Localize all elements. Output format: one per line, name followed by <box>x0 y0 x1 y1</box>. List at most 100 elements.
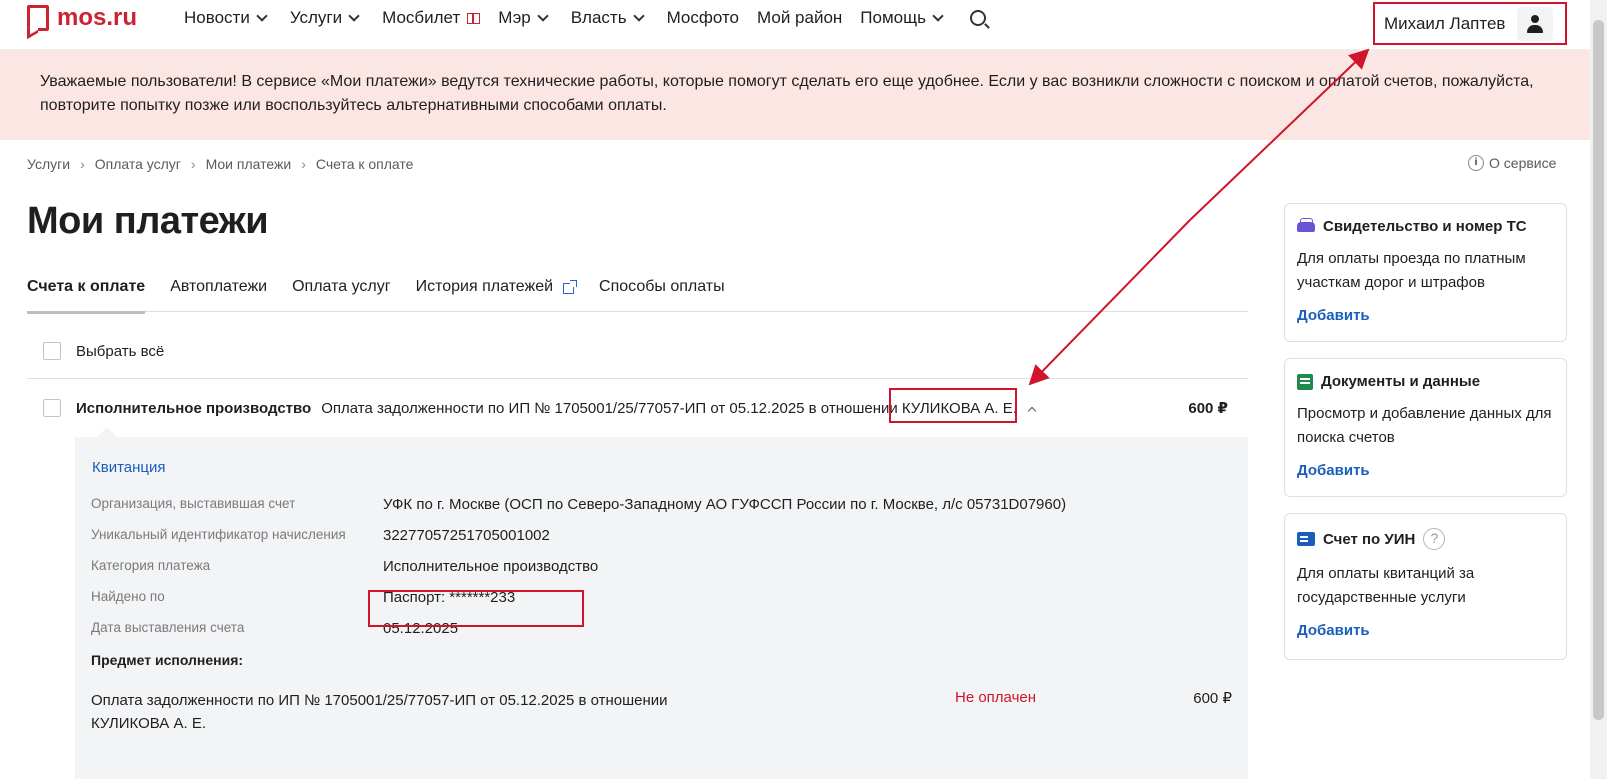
mos-ru-logo[interactable]: mos.ru <box>27 4 137 32</box>
payment-tabs: Счета к оплате Автоплатежи Оплата услуг … <box>27 270 1248 314</box>
chevron-down-icon <box>348 10 360 22</box>
bill-amount: 600 ₽ <box>1188 400 1228 417</box>
detail-label: Категория платежа <box>91 558 211 573</box>
chevron-down-icon <box>932 10 944 22</box>
detail-row-organization: Организация, выставившая счет УФК по г. … <box>91 496 1066 513</box>
avatar[interactable] <box>1517 7 1553 41</box>
bill-details: Квитанция Организация, выставившая счет … <box>75 427 1248 779</box>
nav-mayor[interactable]: Мэр <box>498 8 552 28</box>
logo-text: mos.ru <box>57 4 138 31</box>
documents-icon <box>1297 373 1313 390</box>
breadcrumb: Услуги › Оплата услуг › Мои платежи › Сч… <box>27 156 413 172</box>
maintenance-banner: Уважаемые пользователи! В сервисе «Мои п… <box>0 50 1590 140</box>
chevron-up-icon[interactable] <box>1027 406 1037 416</box>
card-title: Счет по УИН <box>1323 530 1416 548</box>
chevron-down-icon <box>632 10 645 22</box>
nav-news[interactable]: Новости <box>184 8 272 28</box>
tab-label: Способы оплаты <box>599 278 725 295</box>
info-icon: i <box>1468 155 1484 171</box>
nav-label: Власть <box>570 8 627 27</box>
breadcrumb-separator: › <box>80 156 85 172</box>
subject-amount: 600 ₽ <box>1193 690 1232 707</box>
select-all-checkbox[interactable] <box>43 342 61 360</box>
card-documents: Документы и данные Просмотр и добавление… <box>1284 358 1567 497</box>
chevron-down-icon <box>537 10 549 22</box>
tab-label: Счета к оплате <box>27 278 146 295</box>
card-title: Свидетельство и номер ТС <box>1323 218 1527 235</box>
about-service-link[interactable]: i О сервисе <box>1468 155 1556 171</box>
bill-checkbox[interactable] <box>43 399 61 417</box>
detail-value: 32277057251705001002 <box>383 527 550 544</box>
breadcrumb-my-payments[interactable]: Мои платежи <box>206 156 292 172</box>
add-documents-link[interactable]: Добавить <box>1297 462 1554 479</box>
external-link-icon <box>563 280 578 294</box>
detail-row-uin: Уникальный идентификатор начисления 3227… <box>91 527 550 544</box>
detail-value: Исполнительное производство <box>383 558 599 575</box>
nav-label: Услуги <box>289 8 343 27</box>
add-vehicle-link[interactable]: Добавить <box>1297 307 1554 324</box>
detail-label: Организация, выставившая счет <box>91 496 296 511</box>
bill-row[interactable]: Исполнительное производство Оплата задол… <box>43 399 1228 417</box>
book-icon <box>467 12 481 24</box>
card-text: Для оплаты проезда по платным участкам д… <box>1297 250 1526 291</box>
annotation-box-passport <box>368 590 584 627</box>
user-menu[interactable]: Михаил Лаптев <box>1373 2 1567 45</box>
scrollbar[interactable] <box>1590 0 1607 779</box>
user-name: Михаил Лаптев <box>1384 13 1506 33</box>
breadcrumb-payment-services[interactable]: Оплата услуг <box>95 156 181 172</box>
detail-label: Найдено по <box>91 589 165 604</box>
card-title: Документы и данные <box>1321 373 1481 390</box>
nav-label: Помощь <box>860 8 926 27</box>
tab-bills[interactable]: Счета к оплате <box>27 270 146 314</box>
nav-mosfoto[interactable]: Мосфото <box>667 8 739 28</box>
chevron-down-icon <box>256 10 268 22</box>
tab-autopayments[interactable]: Автоплатежи <box>170 270 267 312</box>
site-header: mos.ru Новости Услуги Мосбилет Мэр Власт… <box>0 0 1590 50</box>
card-text: Для оплаты квитанций за государственные … <box>1297 565 1475 606</box>
nav-services[interactable]: Услуги <box>290 8 364 28</box>
nav-government[interactable]: Власть <box>571 8 649 28</box>
nav-help[interactable]: Помощь <box>860 8 948 28</box>
question-icon[interactable]: ? <box>1423 528 1446 550</box>
scrollbar-thumb[interactable] <box>1593 20 1604 720</box>
detail-row-category: Категория платежа Исполнительное произво… <box>91 558 598 575</box>
card-vehicle: Свидетельство и номер ТС Для оплаты прое… <box>1284 203 1567 342</box>
add-uin-link[interactable]: Добавить <box>1297 622 1554 639</box>
select-all-label: Выбрать всё <box>76 342 165 360</box>
search-icon[interactable] <box>969 10 986 26</box>
tab-label: Оплата услуг <box>292 278 391 295</box>
tab-payment-services[interactable]: Оплата услуг <box>292 270 390 312</box>
about-service-label: О сервисе <box>1489 155 1557 171</box>
id-card-icon <box>1297 532 1315 546</box>
user-icon <box>1526 15 1544 33</box>
page-title: Мои платежи <box>27 200 269 242</box>
status-badge: Не оплачен <box>955 689 1037 706</box>
annotation-box-debtor-name <box>889 388 1017 423</box>
nav-my-district[interactable]: Мой район <box>757 8 842 28</box>
card-uin: Счет по УИН? Для оплаты квитанций за гос… <box>1284 513 1567 660</box>
car-icon <box>1297 217 1315 232</box>
card-text: Просмотр и добавление данных для поиска … <box>1297 405 1552 446</box>
divider <box>27 378 1248 379</box>
main-nav: Новости Услуги Мосбилет Мэр Власть Мосфо… <box>184 8 986 28</box>
nav-label: Мосфото <box>666 8 740 27</box>
nav-label: Мэр <box>498 8 531 27</box>
nav-mosbilet[interactable]: Мосбилет <box>382 8 481 28</box>
detail-label: Дата выставления счета <box>91 620 245 635</box>
detail-label: Уникальный идентификатор начисления <box>91 527 346 542</box>
subject-title: Предмет исполнения: <box>91 652 244 668</box>
receipt-link[interactable]: Квитанция <box>92 459 166 476</box>
nav-label: Мой район <box>757 8 843 27</box>
detail-value: УФК по г. Москве (ОСП по Северо-Западном… <box>383 496 1067 513</box>
subject-text: Оплата задолженности по ИП № 1705001/25/… <box>91 692 668 732</box>
select-all[interactable]: Выбрать всё <box>43 342 164 360</box>
tab-payment-methods[interactable]: Способы оплаты <box>599 270 725 312</box>
bill-category: Исполнительное производство <box>76 399 312 417</box>
tab-label: Автоплатежи <box>170 278 268 295</box>
breadcrumb-separator: › <box>301 156 306 172</box>
tab-label: История платежей <box>415 278 554 295</box>
breadcrumb-separator: › <box>190 156 196 172</box>
tab-payment-history[interactable]: История платежей <box>415 270 578 312</box>
nav-label: Мосбилет <box>382 8 461 27</box>
breadcrumb-services[interactable]: Услуги <box>27 156 70 172</box>
